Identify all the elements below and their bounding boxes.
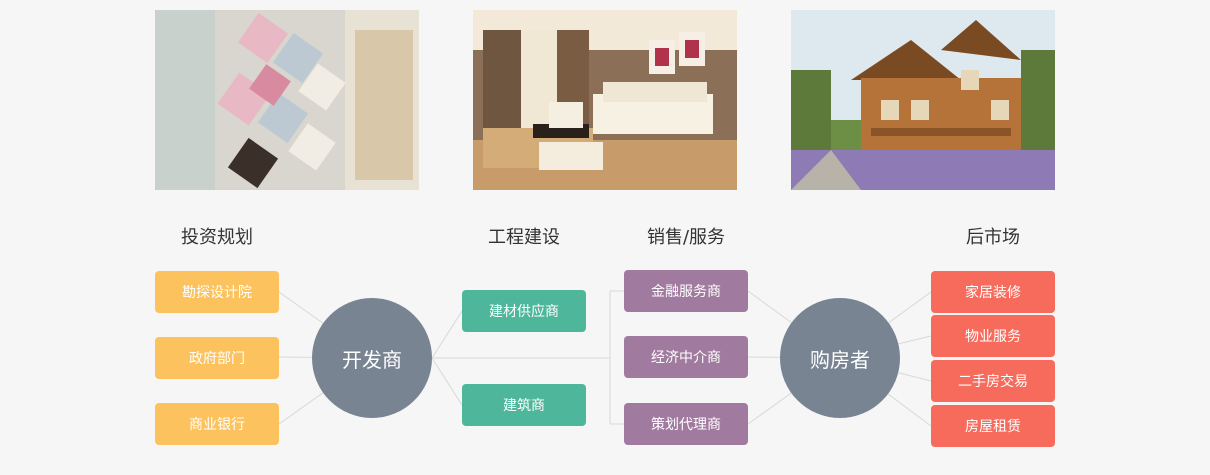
sales-item-agency[interactable]: 经济中介商 — [624, 336, 748, 378]
heading-aftermarket: 后市场 — [966, 227, 1020, 248]
construction-item-builder[interactable]: 建筑商 — [462, 384, 586, 426]
developer-hub[interactable]: 开发商 — [312, 298, 432, 418]
heading-sales-service: 销售/服务 — [646, 227, 726, 248]
investment-item-survey-design[interactable]: 勘探设计院 — [155, 271, 279, 313]
aftermarket-item-home-decoration[interactable]: 家居装修 — [931, 271, 1055, 313]
sales-item-financial-services[interactable]: 金融服务商 — [624, 270, 748, 312]
heading-construction: 工程建设 — [488, 227, 560, 248]
aftermarket-item-property-service[interactable]: 物业服务 — [931, 315, 1055, 357]
aftermarket-item-rental[interactable]: 房屋租赁 — [931, 405, 1055, 447]
sales-item-planning-agent[interactable]: 策划代理商 — [624, 403, 748, 445]
heading-investment-planning: 投资规划 — [181, 227, 253, 248]
investment-item-commercial-bank[interactable]: 商业银行 — [155, 403, 279, 445]
aftermarket-item-resale[interactable]: 二手房交易 — [931, 360, 1055, 402]
investment-item-government[interactable]: 政府部门 — [155, 337, 279, 379]
buyer-hub[interactable]: 购房者 — [780, 298, 900, 418]
construction-item-material-supplier[interactable]: 建材供应商 — [462, 290, 586, 332]
